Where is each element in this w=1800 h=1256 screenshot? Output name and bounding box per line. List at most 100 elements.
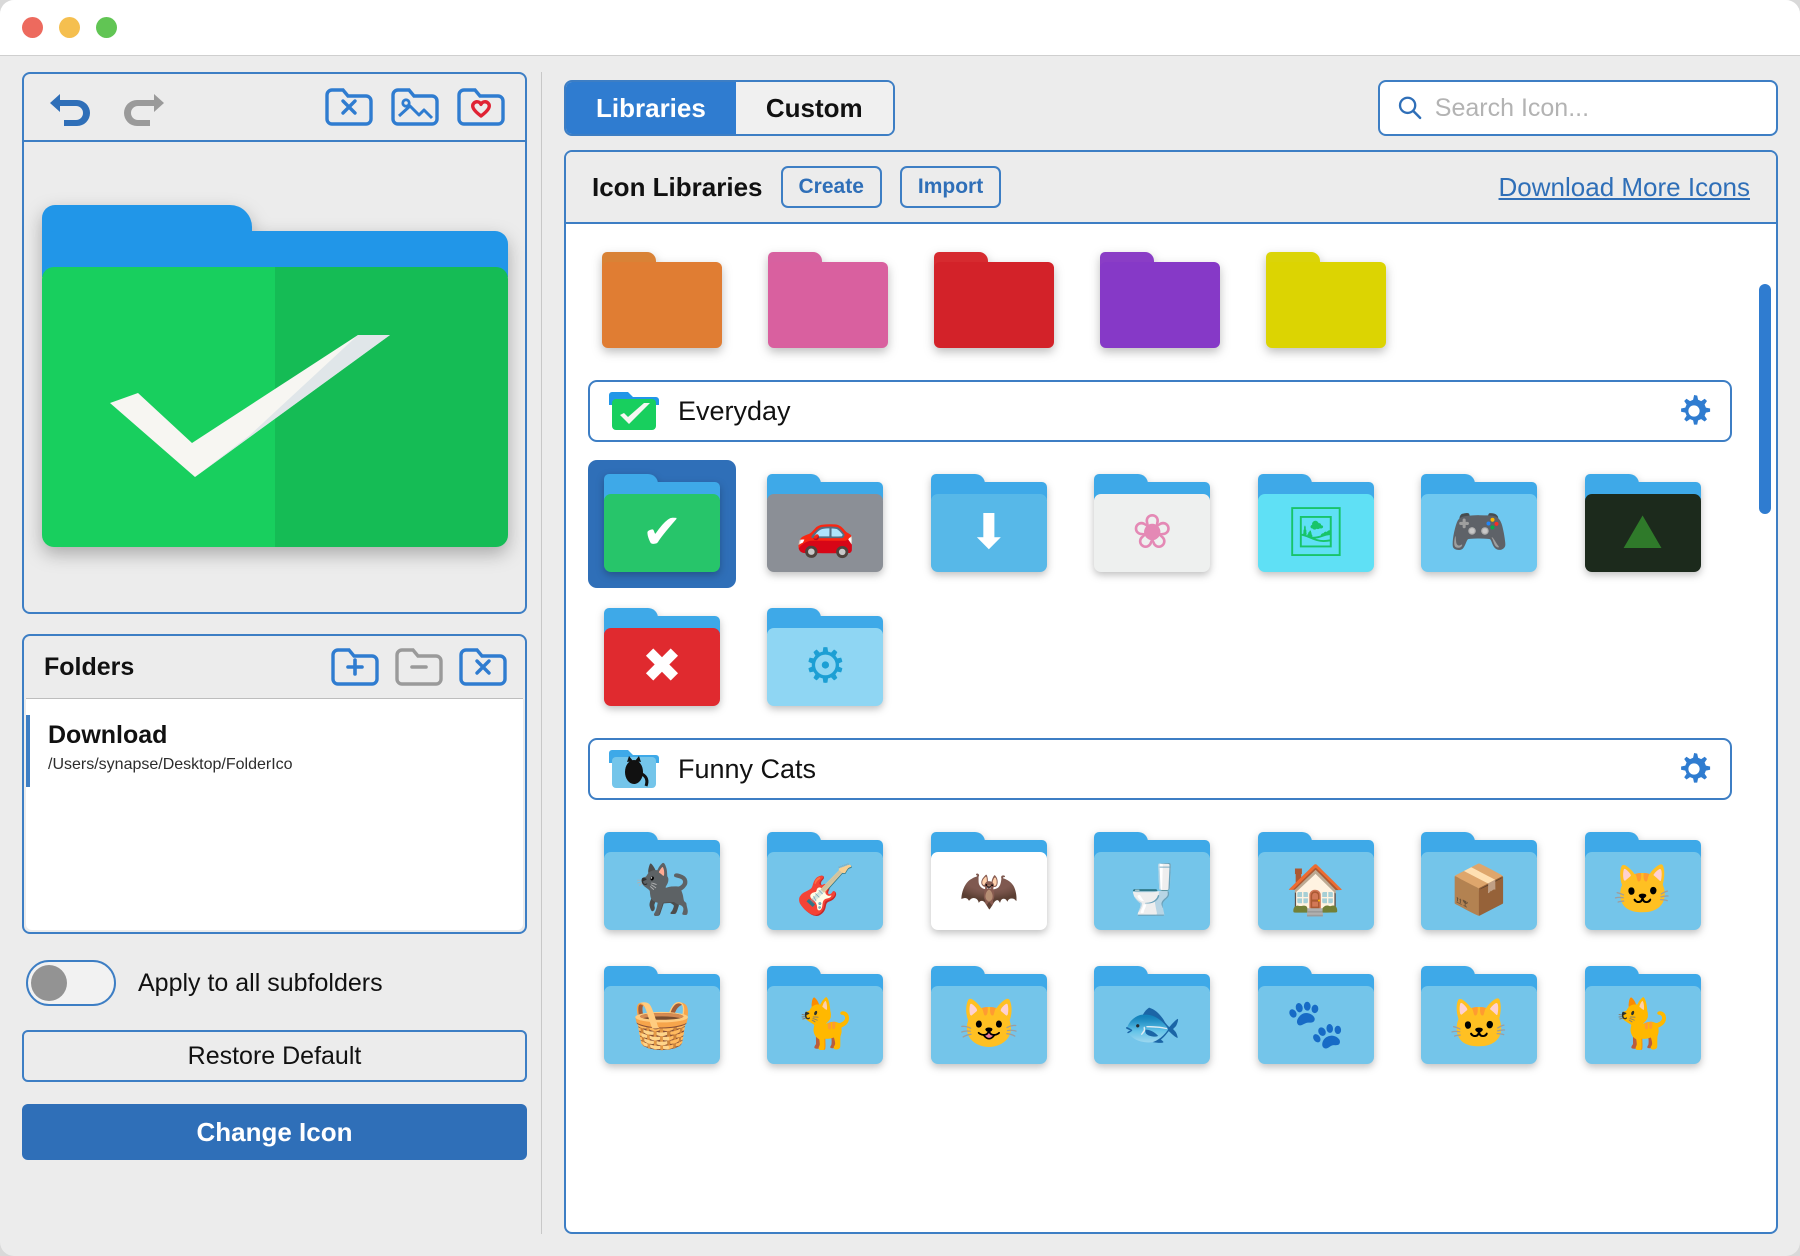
- icon-item-pictures[interactable]: 🖼: [1242, 460, 1390, 588]
- folders-title: Folders: [44, 652, 135, 681]
- folder-x-icon[interactable]: [323, 85, 375, 129]
- toggle-knob: [31, 965, 67, 1001]
- apply-subfolders-toggle[interactable]: [26, 960, 116, 1006]
- folder-icon-box-cat: 📦: [1420, 832, 1538, 932]
- folder-icon-black-cat: 🐈‍⬛: [603, 832, 721, 932]
- folder-icon-check: ✔: [603, 474, 721, 574]
- icon-item-laundry-cat[interactable]: 🧺: [588, 952, 736, 1080]
- view-tabs: Libraries Custom: [564, 80, 895, 136]
- close-button[interactable]: [22, 17, 43, 38]
- color-swatch-yellow[interactable]: [1266, 252, 1386, 348]
- folder-heart-icon[interactable]: [455, 85, 507, 129]
- icon-item-black-cat[interactable]: 🐈‍⬛: [588, 818, 736, 946]
- folder-list-item[interactable]: Download /Users/synapse/Desktop/FolderIc…: [26, 715, 523, 787]
- library-name: Everyday: [678, 395, 791, 426]
- scrollbar-thumb[interactable]: [1759, 284, 1771, 514]
- color-swatch-pink[interactable]: [768, 252, 888, 348]
- icon-grid-everyday: ✔ 🚗 ⬇ ❀ 🖼 🎮 ⛰ ✖ ⚙: [588, 460, 1732, 732]
- left-sidebar: Folders Download /Users/synapse/Desktop/…: [22, 72, 542, 1234]
- folder-minus-icon[interactable]: [393, 645, 445, 689]
- icon-item-car[interactable]: 🚗: [751, 460, 899, 588]
- icon-item-gray-cat[interactable]: 🐈: [751, 952, 899, 1080]
- main-body: Folders Download /Users/synapse/Desktop/…: [0, 56, 1800, 1256]
- undo-icon[interactable]: [42, 83, 100, 131]
- left-toolbar: [24, 74, 525, 142]
- folder-icon-delete: ✖: [603, 608, 721, 708]
- icon-item-white-cat[interactable]: 🐱: [1405, 952, 1553, 1080]
- download-more-icons-link[interactable]: Download More Icons: [1499, 172, 1750, 203]
- folder-image-icon[interactable]: [389, 85, 441, 129]
- icon-item-pink-cat[interactable]: 🐾: [1242, 952, 1390, 1080]
- check-mark: [109, 334, 390, 477]
- vertical-scrollbar[interactable]: [1754, 224, 1776, 1232]
- folder-item-path: /Users/synapse/Desktop/FolderIco: [48, 755, 293, 773]
- folder-icon-laundry-cat: 🧺: [603, 966, 721, 1066]
- folder-icon-house-cat: 🏠: [1257, 832, 1375, 932]
- icon-item-settings[interactable]: ⚙: [751, 594, 899, 722]
- icon-item-goldfish-cat[interactable]: 🐟: [1078, 952, 1226, 1080]
- icon-item-check[interactable]: ✔: [588, 460, 736, 588]
- apply-subfolders-label: Apply to all subfolders: [138, 968, 383, 997]
- color-swatch-red[interactable]: [934, 252, 1054, 348]
- folder-icon-orange-cat: 🐈: [1584, 966, 1702, 1066]
- folder-plus-icon[interactable]: [329, 645, 381, 689]
- color-swatch-purple[interactable]: [1100, 252, 1220, 348]
- libraries-title: Icon Libraries: [592, 171, 763, 202]
- icon-item-house-cat[interactable]: 🏠: [1242, 818, 1390, 946]
- restore-default-button[interactable]: Restore Default: [22, 1030, 527, 1082]
- icon-item-flowers[interactable]: ❀: [1078, 460, 1226, 588]
- create-library-button[interactable]: Create: [780, 166, 882, 208]
- library-badge-icon: [608, 748, 660, 790]
- folder-icon-ball-cat: 🐱: [1584, 832, 1702, 932]
- library-header-everyday[interactable]: Everyday: [588, 380, 1732, 442]
- right-panel: Libraries Custom Icon Libraries: [542, 72, 1778, 1234]
- folder-icon-fluffy-cat: 😺: [930, 966, 1048, 1066]
- icon-item-games[interactable]: 🎮: [1405, 460, 1553, 588]
- icon-item-orange-cat[interactable]: 🐈: [1569, 952, 1717, 1080]
- search-container: [1378, 80, 1778, 136]
- zoom-button[interactable]: [96, 17, 117, 38]
- icon-item-fluffy-cat[interactable]: 😺: [915, 952, 1063, 1080]
- folder-item-name: Download: [48, 721, 168, 749]
- library-badge-icon: [608, 390, 660, 432]
- icon-item-landscape[interactable]: ⛰: [1569, 460, 1717, 588]
- gear-icon[interactable]: [1674, 749, 1714, 789]
- folder-icon-download: ⬇: [930, 474, 1048, 574]
- icon-item-download[interactable]: ⬇: [915, 460, 1063, 588]
- gear-icon[interactable]: [1674, 391, 1714, 431]
- icon-item-delete[interactable]: ✖: [588, 594, 736, 722]
- preview-folder-icon: [40, 204, 510, 550]
- icon-item-guitar-cat[interactable]: 🎸: [751, 818, 899, 946]
- folders-header: Folders: [24, 636, 525, 698]
- search-box[interactable]: [1378, 80, 1778, 136]
- import-library-button[interactable]: Import: [899, 166, 1002, 208]
- search-input[interactable]: [1434, 93, 1760, 123]
- folder-icon-toilet-cat: 🚽: [1093, 832, 1211, 932]
- icon-preview: [24, 142, 525, 612]
- folders-panel: Folders Download /Users/synapse/Desktop/…: [22, 634, 527, 934]
- folder-icon-gray-cat: 🐈: [766, 966, 884, 1066]
- icon-item-bat-cat[interactable]: 🦇: [915, 818, 1063, 946]
- folder-clear-icon[interactable]: [457, 645, 509, 689]
- libraries-header: Icon Libraries Create Import Download Mo…: [566, 152, 1776, 224]
- tab-libraries[interactable]: Libraries: [566, 82, 736, 134]
- change-icon-button[interactable]: Change Icon: [22, 1104, 527, 1160]
- library-name: Funny Cats: [678, 753, 817, 784]
- search-icon: [1398, 96, 1422, 120]
- folder-icon-settings: ⚙: [766, 608, 884, 708]
- folder-icon-bat-cat: 🦇: [930, 832, 1048, 932]
- tab-custom[interactable]: Custom: [735, 82, 893, 134]
- redo-icon[interactable]: [114, 83, 172, 131]
- folder-icon-white-cat: 🐱: [1420, 966, 1538, 1066]
- app-window: Folders Download /Users/synapse/Desktop/…: [0, 0, 1800, 1256]
- minimize-button[interactable]: [59, 17, 80, 38]
- folder-icon-landscape: ⛰: [1584, 474, 1702, 574]
- icon-item-toilet-cat[interactable]: 🚽: [1078, 818, 1226, 946]
- folder-icon-flowers: ❀: [1093, 474, 1211, 574]
- right-header: Libraries Custom: [564, 72, 1778, 144]
- color-swatch-orange[interactable]: [602, 252, 722, 348]
- folders-list[interactable]: Download /Users/synapse/Desktop/FolderIc…: [26, 698, 523, 930]
- library-header-funny-cats[interactable]: Funny Cats: [588, 738, 1732, 800]
- icon-item-ball-cat[interactable]: 🐱: [1569, 818, 1717, 946]
- icon-item-box-cat[interactable]: 📦: [1405, 818, 1553, 946]
